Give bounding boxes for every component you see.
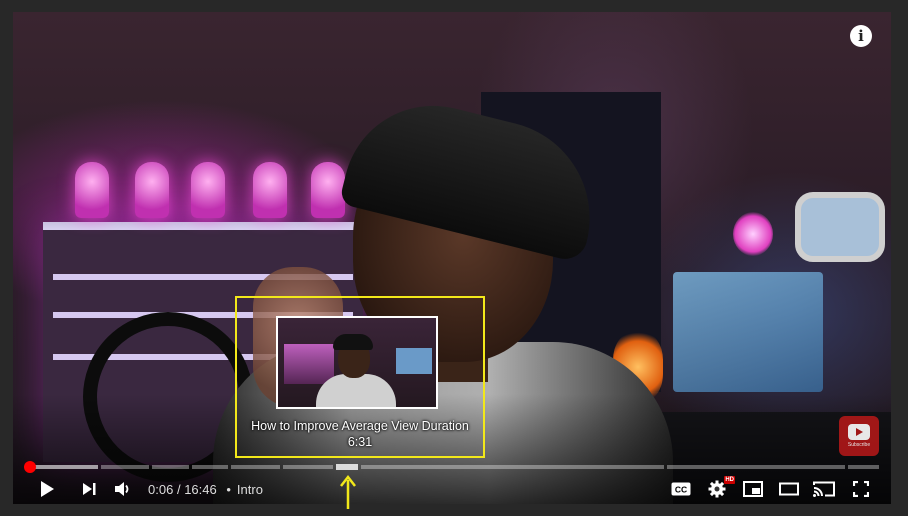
annotation-arrow-icon bbox=[340, 474, 356, 509]
preview-chapter-title: How to Improve Average View Duration bbox=[251, 419, 469, 433]
fullscreen-button[interactable] bbox=[849, 477, 873, 501]
subtitles-button[interactable]: CC bbox=[669, 477, 693, 501]
chapter-segment-hovered[interactable] bbox=[336, 464, 358, 470]
info-icon[interactable]: i bbox=[850, 25, 872, 47]
mute-button[interactable] bbox=[111, 477, 135, 501]
chapter-bullet: • bbox=[226, 482, 231, 497]
time-display: 0:06 / 16:46 • Intro bbox=[148, 482, 263, 497]
fullscreen-icon bbox=[853, 481, 869, 497]
seek-preview-thumbnail bbox=[276, 316, 438, 409]
thumb-shelf bbox=[284, 344, 334, 384]
duration: 16:46 bbox=[184, 482, 217, 497]
hd-badge: HD bbox=[724, 476, 735, 484]
chapter-segment[interactable] bbox=[101, 465, 149, 469]
pink-lamp bbox=[733, 212, 773, 256]
control-bar: 0:06 / 16:46 • Intro CC HD bbox=[13, 474, 891, 504]
cast-icon bbox=[813, 481, 835, 497]
chapter-segment[interactable] bbox=[152, 465, 189, 469]
thumb-body bbox=[316, 374, 396, 407]
theater-icon bbox=[779, 482, 799, 496]
play-button[interactable] bbox=[35, 477, 59, 501]
next-icon bbox=[83, 483, 96, 495]
progress-bar[interactable] bbox=[24, 461, 879, 473]
miniplayer-icon bbox=[743, 481, 763, 497]
cc-icon: CC bbox=[671, 482, 691, 496]
thumb-cap bbox=[333, 334, 373, 350]
preview-time: 6:31 bbox=[347, 435, 373, 449]
background-monitor bbox=[673, 272, 823, 392]
figurine bbox=[75, 162, 109, 218]
chapter-segment[interactable] bbox=[283, 465, 333, 469]
retro-tv bbox=[795, 192, 885, 262]
chapter-title-button[interactable]: Intro bbox=[237, 482, 263, 497]
time-separator: / bbox=[176, 482, 181, 497]
watermark-text: Subscribe bbox=[847, 442, 871, 448]
cast-button[interactable] bbox=[811, 477, 837, 501]
video-player[interactable]: i Subscribe How to Improve Average View … bbox=[13, 12, 891, 504]
volume-icon bbox=[115, 482, 129, 496]
chapter-segment[interactable] bbox=[848, 465, 879, 469]
seek-preview-label: How to Improve Average View Duration 6:3… bbox=[235, 418, 485, 450]
play-icon bbox=[41, 481, 54, 497]
figurine bbox=[135, 162, 169, 218]
channel-watermark[interactable]: Subscribe bbox=[839, 416, 879, 456]
svg-text:CC: CC bbox=[675, 485, 687, 495]
info-glyph: i bbox=[858, 27, 864, 45]
settings-icon bbox=[708, 480, 726, 498]
chapter-segment[interactable] bbox=[667, 465, 845, 469]
theater-mode-button[interactable] bbox=[777, 477, 801, 501]
figurine bbox=[253, 162, 287, 218]
chapter-segment[interactable] bbox=[231, 465, 280, 469]
youtube-logo-icon bbox=[848, 424, 870, 440]
miniplayer-button[interactable] bbox=[741, 477, 765, 501]
settings-button[interactable]: HD bbox=[705, 476, 735, 501]
next-button[interactable] bbox=[77, 477, 101, 501]
chapter-segment[interactable] bbox=[192, 465, 228, 469]
figurine bbox=[311, 162, 345, 218]
current-time: 0:06 bbox=[148, 482, 174, 497]
figurine bbox=[191, 162, 225, 218]
thumb-monitor bbox=[396, 348, 432, 374]
chapter-segment[interactable] bbox=[361, 465, 664, 469]
